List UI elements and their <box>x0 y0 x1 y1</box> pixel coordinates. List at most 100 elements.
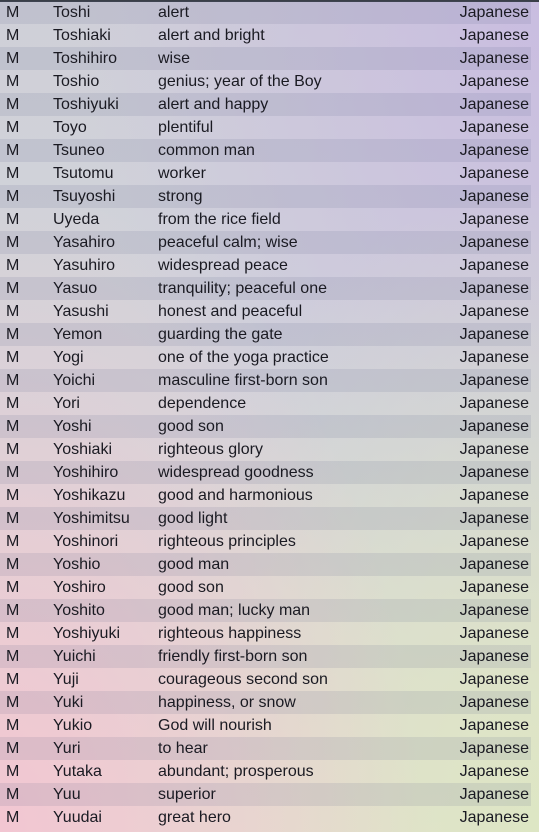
table-row[interactable]: M Yuri to hear Japanese <box>0 737 531 760</box>
origin-cell: Japanese <box>459 717 529 734</box>
table-row[interactable]: M Yuudai great hero Japanese <box>0 806 531 829</box>
table-row[interactable]: M Yoshito good man; lucky man Japanese <box>0 599 531 622</box>
name-cell: Yoshiyuki <box>53 625 121 642</box>
table-row[interactable]: M Yogi one of the yoga practice Japanese <box>0 346 531 369</box>
meaning-cell: worker <box>158 165 207 182</box>
table-row[interactable]: M Yemon guarding the gate Japanese <box>0 323 531 346</box>
gender-cell: M <box>6 349 20 366</box>
table-row[interactable]: M Yoshiro good son Japanese <box>0 576 531 599</box>
gender-cell: M <box>6 326 20 343</box>
name-cell: Yuki <box>53 694 84 711</box>
gender-cell: M <box>6 717 20 734</box>
meaning-cell: good son <box>158 418 224 435</box>
name-cell: Yogi <box>53 349 84 366</box>
origin-cell: Japanese <box>459 510 529 527</box>
origin-cell: Japanese <box>459 349 529 366</box>
table-row[interactable]: M Yuu superior Japanese <box>0 783 531 806</box>
table-row[interactable]: M Toshi alert Japanese <box>0 1 531 24</box>
origin-cell: Japanese <box>459 464 529 481</box>
table-row[interactable]: M Yori dependence Japanese <box>0 392 531 415</box>
gender-cell: M <box>6 533 20 550</box>
table-row[interactable]: M Toshio genius; year of the Boy Japanese <box>0 70 531 93</box>
origin-cell: Japanese <box>459 211 529 228</box>
meaning-cell: plentiful <box>158 119 214 136</box>
origin-cell: Japanese <box>459 740 529 757</box>
meaning-cell: from the rice field <box>158 211 281 228</box>
table-row[interactable]: M Toshiyuki alert and happy Japanese <box>0 93 531 116</box>
gender-cell: M <box>6 441 20 458</box>
origin-cell: Japanese <box>459 234 529 251</box>
table-row[interactable]: M Tsuyoshi strong Japanese <box>0 185 531 208</box>
gender-cell: M <box>6 579 20 596</box>
origin-cell: Japanese <box>459 533 529 550</box>
meaning-cell: good and harmonious <box>158 487 313 504</box>
origin-cell: Japanese <box>459 73 529 90</box>
meaning-cell: courageous second son <box>158 671 328 688</box>
meaning-cell: righteous principles <box>158 533 296 550</box>
meaning-cell: God will nourish <box>158 717 272 734</box>
gender-cell: M <box>6 257 20 274</box>
name-cell: Tsutomu <box>53 165 114 182</box>
gender-cell: M <box>6 119 20 136</box>
table-row[interactable]: M Toshiaki alert and bright Japanese <box>0 24 531 47</box>
name-cell: Tsuneo <box>53 142 105 159</box>
name-cell: Yasahiro <box>53 234 115 251</box>
meaning-cell: guarding the gate <box>158 326 283 343</box>
table-row[interactable]: M Yoshimitsu good light Japanese <box>0 507 531 530</box>
meaning-cell: common man <box>158 142 255 159</box>
name-cell: Yukio <box>53 717 93 734</box>
table-row[interactable]: M Tsuneo common man Japanese <box>0 139 531 162</box>
table-row[interactable]: M Tsutomu worker Japanese <box>0 162 531 185</box>
table-row[interactable]: M Yoshikazu good and harmonious Japanese <box>0 484 531 507</box>
table-row[interactable]: M Yutaka abundant; prosperous Japanese <box>0 760 531 783</box>
table-row[interactable]: M Yoshihiro widespread goodness Japanese <box>0 461 531 484</box>
name-cell: Toshiaki <box>53 27 111 44</box>
table-row[interactable]: M Yuki happiness, or snow Japanese <box>0 691 531 714</box>
meaning-cell: great hero <box>158 809 231 826</box>
gender-cell: M <box>6 4 20 21</box>
origin-cell: Japanese <box>459 809 529 826</box>
table-row[interactable]: M Yoichi masculine first-born son Japanese <box>0 369 531 392</box>
origin-cell: Japanese <box>459 786 529 803</box>
origin-cell: Japanese <box>459 303 529 320</box>
meaning-cell: strong <box>158 188 203 205</box>
table-row[interactable]: M Yoshinori righteous principles Japanese <box>0 530 531 553</box>
meaning-cell: righteous glory <box>158 441 263 458</box>
name-cell: Yoshiro <box>53 579 106 596</box>
meaning-cell: masculine first-born son <box>158 372 328 389</box>
table-row[interactable]: M Yukio God will nourish Japanese <box>0 714 531 737</box>
name-cell: Yoshio <box>53 556 101 573</box>
table-row[interactable]: M Yoshi good son Japanese <box>0 415 531 438</box>
meaning-cell: dependence <box>158 395 247 412</box>
table-row[interactable]: M Toyo plentiful Japanese <box>0 116 531 139</box>
table-row[interactable]: M Yoshiyuki righteous happiness Japanese <box>0 622 531 645</box>
name-cell: Tsuyoshi <box>53 188 116 205</box>
origin-cell: Japanese <box>459 487 529 504</box>
table-row[interactable]: M Yasuhiro widespread peace Japanese <box>0 254 531 277</box>
gender-cell: M <box>6 487 20 504</box>
meaning-cell: widespread peace <box>158 257 288 274</box>
names-table: M Toshi alert Japanese M Toshiaki alert and br… <box>0 1 539 829</box>
name-cell: Toyo <box>53 119 87 136</box>
table-row[interactable]: M Uyeda from the rice field Japanese <box>0 208 531 231</box>
origin-cell: Japanese <box>459 326 529 343</box>
meaning-cell: widespread goodness <box>158 464 314 481</box>
table-row[interactable]: M Toshihiro wise Japanese <box>0 47 531 70</box>
table-row[interactable]: M Yoshiaki righteous glory Japanese <box>0 438 531 461</box>
name-cell: Yuudai <box>53 809 102 826</box>
meaning-cell: peaceful calm; wise <box>158 234 298 251</box>
meaning-cell: genius; year of the Boy <box>158 73 322 90</box>
origin-cell: Japanese <box>459 625 529 642</box>
table-row[interactable]: M Yoshio good man Japanese <box>0 553 531 576</box>
meaning-cell: alert <box>158 4 190 21</box>
table-row[interactable]: M Yasushi honest and peaceful Japanese <box>0 300 531 323</box>
name-cell: Yasuo <box>53 280 98 297</box>
gender-cell: M <box>6 648 20 665</box>
name-cell: Yuu <box>53 786 81 803</box>
table-row[interactable]: M Yuichi friendly first-born son Japanese <box>0 645 531 668</box>
gender-cell: M <box>6 165 20 182</box>
table-row[interactable]: M Yasuo tranquility; peaceful one Japanese <box>0 277 531 300</box>
table-row[interactable]: M Yuji courageous second son Japanese <box>0 668 531 691</box>
table-row[interactable]: M Yasahiro peaceful calm; wise Japanese <box>0 231 531 254</box>
gender-cell: M <box>6 809 20 826</box>
